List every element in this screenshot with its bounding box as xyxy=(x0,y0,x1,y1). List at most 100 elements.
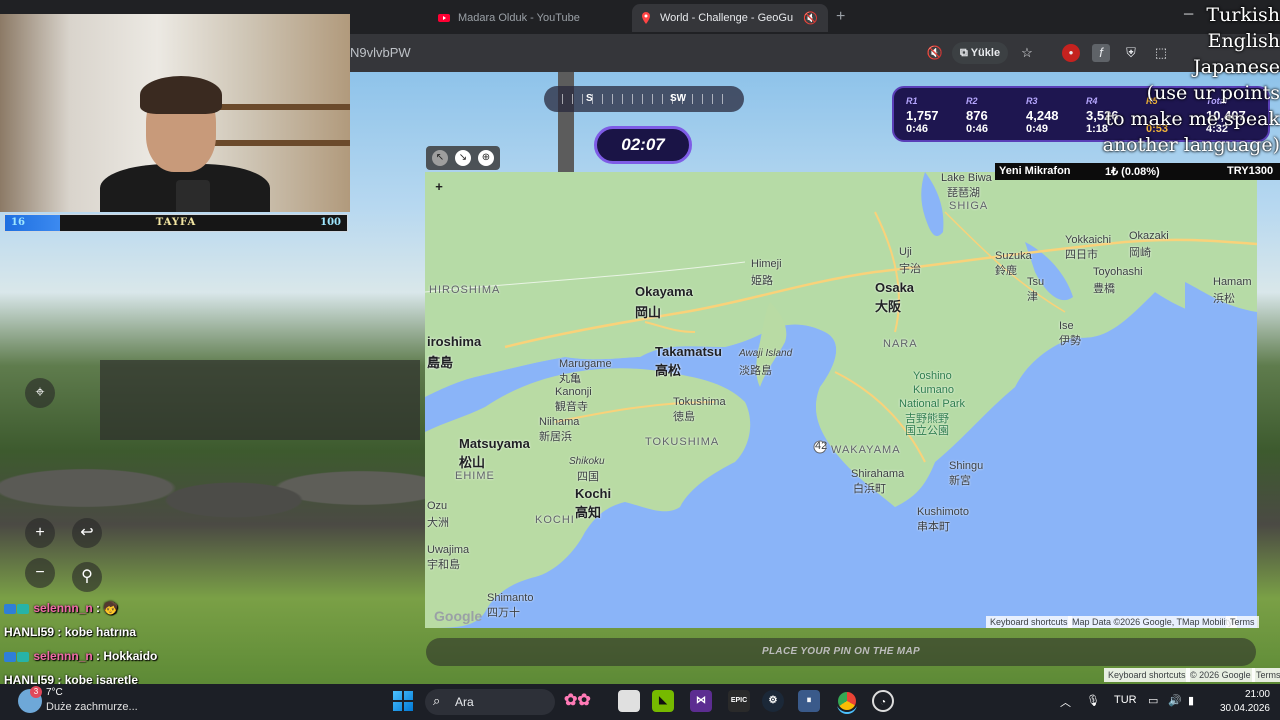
stream-chat: selennn_n : 🧒 HANLI59 : kobe hatrına sel… xyxy=(4,598,304,694)
network-icon[interactable]: ▭ xyxy=(1148,694,1158,707)
map-label: Okayama xyxy=(635,284,693,299)
map-label: Shingu xyxy=(949,460,984,472)
address-bar[interactable]: N9vlvbPW xyxy=(350,45,411,60)
tab-geoguessr[interactable]: World - Challenge - GeoGu 🔇 ✕ xyxy=(632,4,828,32)
map-label: Tsu xyxy=(1027,276,1045,288)
chat-text: kobe hatrına xyxy=(64,625,137,639)
bits-badge-icon xyxy=(17,603,29,614)
map-label: 岡山 xyxy=(635,305,662,320)
nvidia-icon[interactable]: ◣ xyxy=(652,690,674,712)
round-2-score: R2 876 0:46 xyxy=(966,96,989,135)
extension-icon[interactable]: ● xyxy=(1062,44,1080,62)
map-label: TOKUSHIMA xyxy=(645,436,720,448)
windows-taskbar: 3 7°C Duże zachmurze... ⌕ Ara ✿✿ ◣ ⋈ EPI… xyxy=(0,684,1280,720)
goal-name: Yeni Mikrafon xyxy=(999,165,1071,177)
clock-date: 30.04.2026 xyxy=(1219,703,1270,714)
round-timer: 02:07 xyxy=(594,126,692,164)
map-label: 姫路 xyxy=(751,275,773,287)
map-label: Yoshino xyxy=(913,370,952,382)
map-label: Tokushima xyxy=(673,396,726,408)
battery-icon[interactable]: ▮ xyxy=(1188,694,1194,707)
goal-target: TRY1300 xyxy=(1227,165,1274,177)
map-label: 新宮 xyxy=(949,475,971,487)
visual-studio-icon[interactable]: ⋈ xyxy=(690,690,712,712)
system-clock[interactable]: 21:00 30.04.2026 xyxy=(1200,688,1270,716)
chat-message: HANLI59 : kobe hatrına xyxy=(4,625,137,639)
return-to-start-icon[interactable]: ⌖ xyxy=(25,378,55,408)
steam-icon[interactable]: ⚙ xyxy=(762,690,784,712)
pin-map-icon[interactable]: ⊕ xyxy=(478,150,494,166)
map-label: 津 xyxy=(1027,291,1038,303)
map-label: 丸亀 xyxy=(559,373,581,385)
tray-chevron-icon[interactable]: ︿ xyxy=(1060,694,1071,710)
map-label: Kanonji xyxy=(555,386,592,398)
map-label: Takamatsu xyxy=(655,344,722,359)
street-keyboard-shortcuts[interactable]: Keyboard shortcuts xyxy=(1104,668,1190,682)
compass: S SW xyxy=(544,86,744,112)
map-label: KOCHI xyxy=(535,514,575,526)
map-label: 観音寺 xyxy=(555,401,588,413)
windows-start-icon[interactable] xyxy=(393,691,413,711)
map-label: Marugame xyxy=(559,358,612,370)
task-view-icon[interactable] xyxy=(618,690,640,712)
microphone-icon[interactable]: 🎙 xyxy=(1086,694,1100,707)
map-zoom-in-button[interactable]: + xyxy=(432,180,446,194)
undo-icon[interactable]: ↩ xyxy=(72,518,102,548)
volume-icon[interactable]: 🔊 xyxy=(1168,694,1182,707)
bookmark-star-icon[interactable]: ☆ xyxy=(1018,44,1036,62)
map-label: Awaji Island xyxy=(739,348,793,359)
expand-map-icon[interactable]: ↘ xyxy=(455,150,471,166)
chat-message: selennn_n : Hokkaido xyxy=(4,646,304,670)
map-size-controls: ↖ ↘ ⊕ xyxy=(426,146,500,170)
epic-games-icon[interactable]: EPIC xyxy=(728,690,750,712)
compass-sw: SW xyxy=(670,93,687,104)
map-label: Shimanto xyxy=(487,592,534,604)
map-label: 浜松 xyxy=(1213,293,1235,305)
shrink-map-icon[interactable]: ↖ xyxy=(432,150,448,166)
sub-badge-icon xyxy=(4,651,16,662)
map-label: Suzuka xyxy=(995,250,1032,262)
map-label: Kochi xyxy=(575,486,612,501)
mute-tab-icon[interactable]: 🔇 xyxy=(803,11,818,25)
street-fence xyxy=(100,360,420,440)
lang-line: to make me speak xyxy=(1105,108,1280,130)
clock-time: 21:00 xyxy=(1244,689,1270,700)
map-label: NARA xyxy=(883,338,918,350)
map-label: 高松 xyxy=(655,363,682,378)
upload-button[interactable]: ⧉ Yükle xyxy=(952,42,1009,64)
map-keyboard-shortcuts[interactable]: Keyboard shortcuts xyxy=(986,616,1072,628)
app-icon[interactable]: ⏸ xyxy=(798,690,820,712)
youtube-icon xyxy=(438,14,450,22)
chrome-icon[interactable] xyxy=(836,690,858,712)
shelf xyxy=(210,140,350,146)
tulip-widget-icon[interactable]: ✿✿ xyxy=(564,690,591,712)
tab-youtube[interactable]: Madara Olduk - YouTube xyxy=(430,4,630,32)
new-tab-button[interactable]: + xyxy=(836,8,845,26)
zoom-out-icon[interactable]: − xyxy=(25,558,55,588)
upload-label: Yükle xyxy=(970,47,1001,59)
map-label: 串本町 xyxy=(917,521,950,533)
map-label: Yokkaichi xyxy=(1065,234,1112,246)
street-terms-link[interactable]: Terms xyxy=(1252,668,1280,682)
map-terms-link[interactable]: Terms xyxy=(1226,616,1259,628)
taskbar-search[interactable]: ⌕ Ara xyxy=(425,689,555,715)
map-label: Toyohashi xyxy=(1093,266,1143,278)
place-pin-button[interactable]: PLACE YOUR PIN ON THE MAP xyxy=(426,638,1256,666)
input-language[interactable]: TUR xyxy=(1114,694,1137,706)
weather-temperature[interactable]: 7°C xyxy=(46,687,63,698)
street-copyright: © 2026 Google xyxy=(1186,668,1255,682)
lang-line: Japanese xyxy=(1193,56,1280,78)
map-label: HIROSHIMA xyxy=(429,284,501,296)
checkpoint-icon[interactable]: ⚲ xyxy=(72,562,102,592)
obs-icon[interactable]: ◔ xyxy=(872,690,894,712)
weather-description[interactable]: Duże zachmurze... xyxy=(46,701,138,713)
map-label: 四国 xyxy=(577,471,599,483)
map-label: 四万十 xyxy=(487,607,520,619)
map-label: 宇治 xyxy=(899,263,921,275)
map-label: Matsuyama xyxy=(459,436,530,451)
guess-map[interactable]: Lake Biwa 琵琶湖 SHIGA HIROSHIMA Okayama 岡山 Himej… xyxy=(425,172,1257,628)
emote-icon: 🧒 xyxy=(103,601,119,615)
map-label: 徳島 xyxy=(673,411,695,423)
muted-icon[interactable]: 🔇 xyxy=(926,44,944,62)
zoom-in-icon[interactable]: + xyxy=(25,518,55,548)
